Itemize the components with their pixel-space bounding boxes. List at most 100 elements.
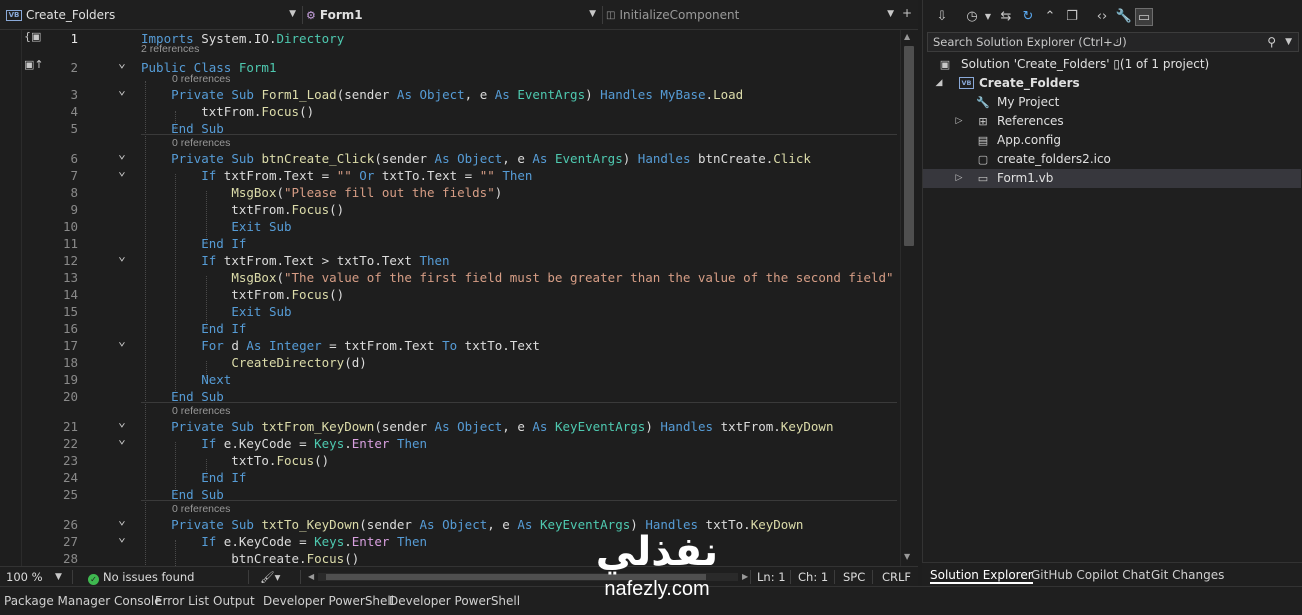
code-line[interactable]: 18 CreateDirectory(d) <box>0 354 900 371</box>
right-panel-tabs: Solution Explorer GitHub Copilot Chat Gi… <box>922 562 1302 586</box>
tab-solution-explorer[interactable]: Solution Explorer <box>930 566 1033 584</box>
code-line[interactable]: 5 End Sub <box>0 120 900 137</box>
tree-item-project[interactable]: ◢ VB Create_Folders <box>923 74 1301 93</box>
collapsed-arrow-icon[interactable]: ▷ <box>953 112 965 131</box>
chevron-down-icon[interactable]: ▼ <box>979 8 997 26</box>
code-line[interactable]: 23 txtTo.Focus() <box>0 452 900 469</box>
code-line[interactable]: 11 End If <box>0 235 900 252</box>
collapsed-arrow-icon[interactable]: ▷ <box>953 169 965 188</box>
code-line[interactable]: 13 MsgBox("The value of the first field … <box>0 269 900 286</box>
code-line[interactable]: 14 txtFrom.Focus() <box>0 286 900 303</box>
tab-developer-powershell[interactable]: Developer PowerShell <box>263 592 394 610</box>
project-dropdown[interactable]: VB Create_Folders ▼ <box>6 4 300 26</box>
view-code-icon[interactable]: ‹› <box>1093 8 1111 26</box>
tab-git-changes[interactable]: Git Changes <box>1151 566 1224 584</box>
refresh-icon[interactable]: ↻ <box>1019 8 1037 26</box>
code-line[interactable]: 9 txtFrom.Focus() <box>0 201 900 218</box>
expanded-arrow-icon[interactable]: ◢ <box>933 74 945 93</box>
tab-developer-powershell-2[interactable]: Developer PowerShell <box>389 592 520 610</box>
chevron-down-icon[interactable]: ▼ <box>55 569 62 585</box>
code-line[interactable]: 26 ⌄ Private Sub txtTo_KeyDown(sender As … <box>0 513 900 533</box>
tab-package-manager-console[interactable]: Package Manager Console <box>4 592 162 610</box>
code-line[interactable]: 20 End Sub <box>0 388 900 405</box>
fold-chevron-icon[interactable]: ⌄ <box>118 512 126 529</box>
code-line[interactable]: 6 ⌄ Private Sub btnCreate_Click(sender As… <box>0 147 900 167</box>
line-indicator[interactable]: Ln: 1 <box>757 569 786 585</box>
code-line[interactable]: 16 End If <box>0 320 900 337</box>
codelens-references[interactable]: 0 references <box>172 503 230 516</box>
code-line[interactable]: 3 ⌄ Private Sub Form1_Load(sender As Obje… <box>0 83 900 103</box>
fold-chevron-icon[interactable]: ⌄ <box>118 248 126 265</box>
fold-chevron-icon[interactable]: ⌄ <box>118 146 126 163</box>
scrollbar-thumb[interactable] <box>904 46 914 246</box>
issues-indicator[interactable]: ✓ No issues found <box>88 569 194 585</box>
fold-chevron-icon[interactable]: ⌄ <box>118 529 126 546</box>
tab-github-copilot-chat[interactable]: GitHub Copilot Chat <box>1031 566 1150 584</box>
preview-selected-icon[interactable]: ▭ <box>1135 8 1153 26</box>
scroll-up-icon[interactable]: ▲ <box>904 32 910 41</box>
tree-item-app-config[interactable]: ▤ App.config <box>923 131 1301 150</box>
fold-chevron-icon[interactable]: ⌄ <box>118 163 126 180</box>
line-number: 16 <box>62 321 78 336</box>
code-line[interactable]: 17 ⌄ For d As Integer = txtFrom.Text To t… <box>0 334 900 354</box>
vertical-scrollbar[interactable]: ▲ ▼ <box>900 30 918 566</box>
code-line[interactable]: 24 End If <box>0 469 900 486</box>
code-line[interactable]: 15 Exit Sub <box>0 303 900 320</box>
tree-item-references[interactable]: ▷ ⊞ References <box>923 112 1301 131</box>
code-token: . <box>344 534 352 549</box>
member-dropdown[interactable]: ◫ InitializeComponent ▼ <box>606 4 898 26</box>
codelens-references[interactable]: 0 references <box>172 137 230 150</box>
sync-with-document-icon[interactable]: ⇆ <box>997 8 1015 26</box>
code-token: () <box>299 104 315 119</box>
code-line[interactable]: 2 ⌄ Public Class Form1 <box>0 56 900 76</box>
code-token: Click <box>773 151 811 166</box>
collapse-all-icon[interactable]: ⌃ <box>1041 8 1059 26</box>
fold-chevron-icon[interactable]: ⌄ <box>118 414 126 431</box>
code-cleanup-icon[interactable]: 🖌▾ <box>260 569 280 585</box>
scroll-left-icon[interactable]: ◀ <box>308 569 314 585</box>
scroll-right-icon[interactable]: ▶ <box>742 569 748 585</box>
tab-error-list[interactable]: Error List <box>155 592 209 610</box>
spacing-indicator[interactable]: SPC <box>843 569 865 585</box>
search-icon[interactable]: ⚲ <box>1267 33 1276 51</box>
code-line[interactable]: 27 ⌄ If e.KeyCode = Keys.Enter Then <box>0 530 900 550</box>
char-indicator[interactable]: Ch: 1 <box>798 569 828 585</box>
code-token: As <box>434 419 450 434</box>
fold-chevron-icon[interactable]: ⌄ <box>118 82 126 99</box>
code-line[interactable]: 7 ⌄ If txtFrom.Text = "" Or txtTo.Text = … <box>0 164 900 184</box>
solution-explorer-search[interactable]: Search Solution Explorer (Ctrl+ك) ⚲ ▼ <box>927 32 1299 52</box>
codelens-references[interactable]: 0 references <box>172 405 230 418</box>
scroll-down-icon[interactable]: ▼ <box>904 552 910 561</box>
code-token: btnCreate_Click <box>261 151 375 166</box>
tree-item-form1[interactable]: ▷ ▭ Form1.vb <box>923 169 1301 188</box>
code-line[interactable]: 19 Next <box>0 371 900 388</box>
code-line[interactable]: 25 End Sub <box>0 486 900 503</box>
tree-item-my-project[interactable]: 🔧 My Project <box>923 93 1301 112</box>
code-line[interactable]: 10 Exit Sub <box>0 218 900 235</box>
split-window-icon[interactable]: + <box>902 6 912 20</box>
class-dropdown[interactable]: ⚙ Form1 ▼ <box>306 4 600 26</box>
line-ending-indicator[interactable]: CRLF <box>882 569 911 585</box>
separator <box>750 570 751 584</box>
code-editor[interactable]: {▣ ▣↑ 2 references 0 references 0 refere… <box>0 30 918 566</box>
tree-item-solution[interactable]: ▣ Solution 'Create_Folders' ▯(1 of 1 pro… <box>923 55 1301 74</box>
tree-item-ico-file[interactable]: ▢ create_folders2.ico <box>923 150 1301 169</box>
code-line[interactable]: 12 ⌄ If txtFrom.Text > txtTo.Text Then <box>0 249 900 269</box>
code-line[interactable]: 1 Imports System.IO.Directory <box>0 30 900 47</box>
show-all-files-icon[interactable]: ❐ <box>1063 8 1081 26</box>
switch-views-icon[interactable]: ⇩ <box>933 8 951 26</box>
code-line[interactable]: 4 txtFrom.Focus() <box>0 103 900 120</box>
code-line[interactable]: 28 btnCreate.Focus() <box>0 550 900 566</box>
chevron-down-icon[interactable]: ▼ <box>1285 33 1292 51</box>
code-line[interactable]: 8 MsgBox("Please fill out the fields") <box>0 184 900 201</box>
fold-chevron-icon[interactable]: ⌄ <box>118 431 126 448</box>
fold-chevron-icon[interactable]: ⌄ <box>118 55 126 72</box>
zoom-level[interactable]: 100 % <box>6 569 43 585</box>
properties-wrench-icon[interactable]: 🔧 <box>1115 8 1133 26</box>
fold-chevron-icon[interactable]: ⌄ <box>118 333 126 350</box>
code-line[interactable]: 21 ⌄ Private Sub txtFrom_KeyDown(sender A… <box>0 415 900 435</box>
code-line[interactable]: 22 ⌄ If e.KeyCode = Keys.Enter Then <box>0 432 900 452</box>
tab-output[interactable]: Output <box>213 592 255 610</box>
